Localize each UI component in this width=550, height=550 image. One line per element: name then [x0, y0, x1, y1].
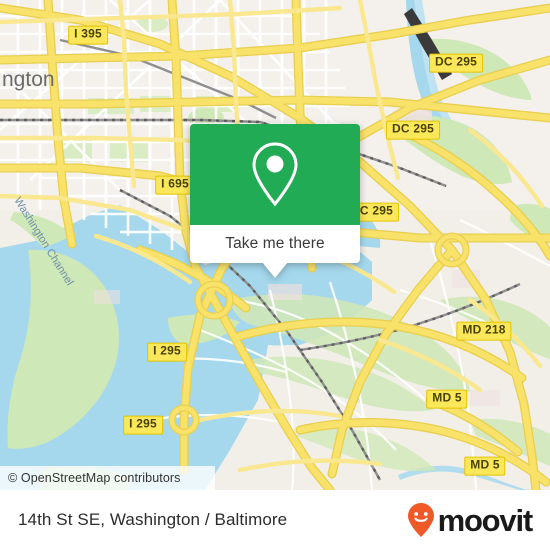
road-shield: MD 5 — [464, 456, 506, 476]
map-canvas[interactable]: ngton Washington Channel I 395 DC 295 DC 2… — [0, 0, 550, 490]
road-shield: DC 295 — [429, 53, 483, 73]
road-shield: MD 5 — [426, 389, 468, 409]
road-shield: I 295 — [147, 342, 187, 362]
road-shield-label: MD 218 — [462, 322, 506, 337]
take-me-there-label: Take me there — [225, 235, 325, 252]
road-shield: I 695 — [155, 175, 195, 195]
map-label-washington: ngton — [2, 68, 55, 91]
footer-bar: 14th St SE, Washington / Baltimore moovi… — [0, 490, 550, 550]
location-popup-card[interactable]: Take me there — [190, 124, 360, 278]
road-shield-label: I 695 — [161, 176, 189, 191]
road-shield-label: MD 5 — [470, 457, 500, 472]
popup-action-row[interactable]: Take me there — [190, 225, 360, 263]
map-pin-icon — [252, 141, 298, 206]
road-shield: I 395 — [68, 25, 108, 45]
moovit-logo[interactable]: moovit — [406, 502, 534, 538]
road-shield-label: I 295 — [153, 343, 181, 358]
road-shield-label: DC 295 — [435, 54, 477, 69]
moovit-wordmark: moovit — [437, 502, 534, 538]
map-screenshot: ngton Washington Channel I 395 DC 295 DC 2… — [0, 0, 550, 550]
moovit-smiley-pin-icon — [407, 503, 434, 537]
location-title: 14th St SE, Washington / Baltimore — [18, 510, 288, 529]
road-shield: I 295 — [123, 415, 163, 435]
road-shield-label: I 295 — [129, 416, 157, 431]
road-shield-label: DC 295 — [392, 121, 434, 136]
popup-header — [190, 124, 360, 225]
popup-pointer-tail — [262, 262, 288, 278]
map-attribution: © OpenStreetMap contributors — [0, 466, 215, 490]
road-shield-label: I 395 — [74, 26, 102, 41]
attribution-text: © OpenStreetMap contributors — [8, 471, 181, 485]
road-shield: DC 295 — [386, 120, 440, 140]
road-shield: MD 218 — [456, 321, 512, 341]
road-shield-label: MD 5 — [432, 390, 462, 405]
